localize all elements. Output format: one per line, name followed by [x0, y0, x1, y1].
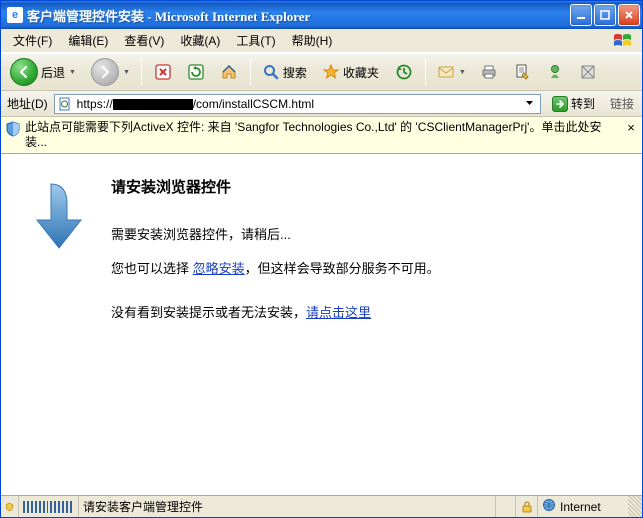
search-icon — [262, 63, 280, 81]
menu-help[interactable]: 帮助(H) — [284, 30, 341, 51]
links-label[interactable]: 链接 — [606, 95, 638, 112]
mail-button[interactable]: ▼ — [432, 57, 471, 87]
ie-window: e 客户端管理控件安装 - Microsoft Internet Explore… — [0, 0, 643, 518]
refresh-button[interactable] — [181, 57, 211, 87]
go-button[interactable]: 转到 — [545, 94, 602, 114]
page-line2: 您也可以选择 忽略安装，但这样会导致部分服务不可用。 — [111, 259, 612, 279]
activex-info-bar[interactable]: 此站点可能需要下列ActiveX 控件: 来自 'Sangfor Technol… — [1, 117, 642, 154]
menu-view[interactable]: 查看(V) — [116, 30, 172, 51]
address-dropdown-icon[interactable] — [522, 97, 538, 111]
print-icon — [480, 63, 498, 81]
messenger-icon — [546, 63, 564, 81]
shield-icon — [5, 121, 21, 137]
ie-icon: e — [7, 7, 23, 23]
research-icon — [579, 63, 597, 81]
globe-icon — [542, 498, 556, 515]
windows-flag-icon — [608, 29, 638, 53]
close-button[interactable] — [618, 4, 640, 26]
page-line1: 需要安装浏览器控件，请稍后... — [111, 225, 612, 245]
maximize-button[interactable] — [594, 4, 616, 26]
page-content: 请安装浏览器控件 需要安装浏览器控件，请稍后... 您也可以选择 忽略安装，但这… — [1, 154, 642, 495]
status-shield-icon — [1, 496, 19, 517]
chevron-down-icon: ▼ — [69, 69, 76, 76]
home-button[interactable] — [214, 57, 244, 87]
page-line3: 没有看到安装提示或者无法安装，请点击这里 — [111, 303, 612, 323]
zone-indicator: Internet — [538, 496, 628, 517]
forward-button[interactable]: ▼ — [86, 57, 135, 87]
history-icon — [395, 63, 413, 81]
chevron-down-icon: ▼ — [459, 69, 466, 76]
title-bar: e 客户端管理控件安装 - Microsoft Internet Explore… — [1, 1, 642, 29]
favorites-button[interactable]: 收藏夹 — [317, 57, 386, 87]
toolbar: 后退 ▼ ▼ 搜索 收藏夹 — [1, 53, 642, 91]
edit-button[interactable] — [507, 57, 537, 87]
edit-icon — [513, 63, 531, 81]
menu-favorites[interactable]: 收藏(A) — [172, 30, 228, 51]
download-arrow-icon — [31, 176, 95, 337]
home-icon — [220, 63, 238, 81]
refresh-icon — [187, 63, 205, 81]
go-icon — [552, 96, 568, 112]
status-bar: 请安装客户端管理控件 Internet — [1, 495, 642, 517]
star-icon — [322, 63, 340, 81]
back-button[interactable]: 后退 ▼ — [5, 57, 83, 87]
address-text: https:///com/installCSCM.html — [73, 97, 522, 111]
infobar-close-icon[interactable]: × — [624, 120, 638, 135]
address-bar: 地址(D) https:///com/installCSCM.html 转到 链… — [1, 91, 642, 117]
status-progress — [19, 496, 79, 517]
menu-file[interactable]: 文件(F) — [5, 30, 60, 51]
page-heading: 请安装浏览器控件 — [111, 176, 612, 197]
back-icon — [10, 58, 38, 86]
back-label: 后退 — [41, 64, 65, 81]
go-label: 转到 — [571, 95, 595, 112]
address-combo[interactable]: https:///com/installCSCM.html — [54, 94, 541, 114]
lock-icon — [516, 496, 538, 517]
menu-edit[interactable]: 编辑(E) — [60, 30, 116, 51]
menu-bar: 文件(F) 编辑(E) 查看(V) 收藏(A) 工具(T) 帮助(H) — [1, 29, 642, 53]
favorites-label: 收藏夹 — [343, 64, 379, 81]
search-label: 搜索 — [283, 64, 307, 81]
mail-icon — [437, 63, 455, 81]
print-button[interactable] — [474, 57, 504, 87]
infobar-message: 此站点可能需要下列ActiveX 控件: 来自 'Sangfor Technol… — [25, 120, 620, 150]
forward-icon — [91, 58, 119, 86]
resize-grip[interactable] — [628, 496, 642, 517]
minimize-button[interactable] — [570, 4, 592, 26]
stop-button[interactable] — [148, 57, 178, 87]
history-button[interactable] — [389, 57, 419, 87]
research-button[interactable] — [573, 57, 603, 87]
menu-tools[interactable]: 工具(T) — [228, 30, 283, 51]
ignore-install-link[interactable]: 忽略安装 — [193, 261, 245, 276]
search-button[interactable]: 搜索 — [257, 57, 314, 87]
status-pane — [496, 496, 516, 517]
page-icon — [57, 96, 73, 112]
status-message: 请安装客户端管理控件 — [79, 496, 496, 517]
messenger-button[interactable] — [540, 57, 570, 87]
stop-icon — [154, 63, 172, 81]
zone-label: Internet — [560, 500, 601, 514]
window-title: 客户端管理控件安装 - Microsoft Internet Explorer — [27, 6, 570, 25]
click-here-link[interactable]: 请点击这里 — [306, 305, 371, 320]
address-label: 地址(D) — [5, 95, 50, 112]
chevron-down-icon: ▼ — [123, 69, 130, 76]
